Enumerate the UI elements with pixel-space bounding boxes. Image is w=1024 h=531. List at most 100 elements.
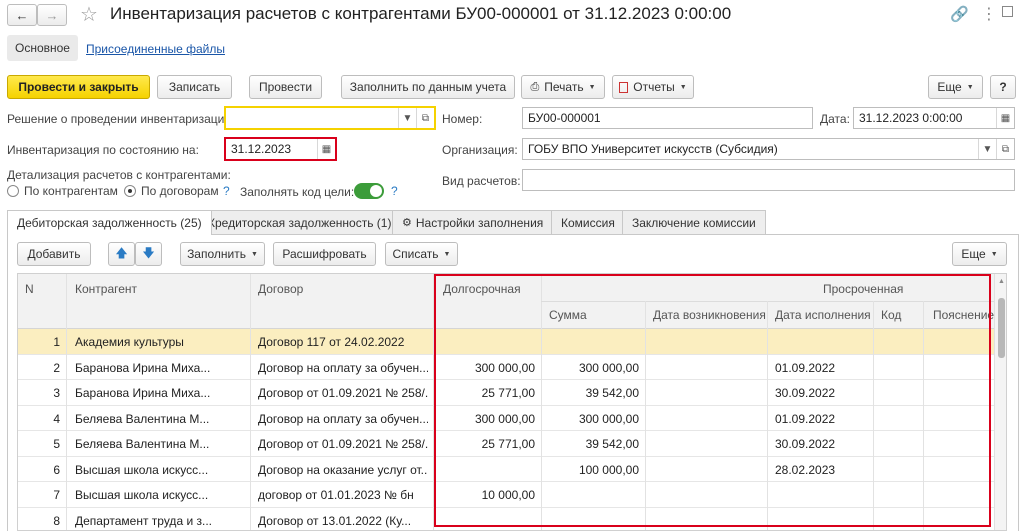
cell-sum: 300 000,00 xyxy=(578,411,639,426)
cell-contract: Договор 117 от 24.02.2022 xyxy=(258,335,405,349)
cell-n: 5 xyxy=(53,437,60,451)
tab-commission[interactable]: Комиссия xyxy=(551,210,625,234)
table-row[interactable]: 6 Высшая школа искусс... Договор на оказан… xyxy=(18,456,994,482)
scroll-up-icon[interactable]: ▲ xyxy=(998,278,1005,285)
write-off-button[interactable]: Списать ▼ xyxy=(385,242,458,266)
col-contract[interactable]: Договор xyxy=(258,282,303,296)
col-code[interactable]: Код xyxy=(881,308,901,322)
col-counterparty[interactable]: Контрагент xyxy=(75,282,137,296)
cell-contract: Договор на оказание услуг от... xyxy=(258,462,428,477)
more-vert-icon[interactable]: ⋮ xyxy=(981,4,997,24)
move-up-button[interactable]: 🡅 xyxy=(108,242,135,266)
print-label: Печать xyxy=(544,80,584,94)
col-note[interactable]: Пояснение xyxy=(933,308,994,322)
cell-n: 4 xyxy=(53,411,60,426)
col-overdue[interactable]: Просроченная xyxy=(823,282,903,296)
link-icon[interactable]: 🔗 xyxy=(950,5,969,23)
report-icon xyxy=(619,81,629,93)
cell-counterparty: Высшая школа искусс... xyxy=(75,488,209,502)
col-date-exec[interactable]: Дата исполнения xyxy=(775,308,871,322)
reports-button[interactable]: Отчеты ▼ xyxy=(612,75,694,99)
table-row[interactable]: 2 Баранова Ирина Миха... Договор на оплату… xyxy=(18,354,994,380)
post-button[interactable]: Провести xyxy=(249,75,322,99)
decode-button[interactable]: Расшифровать xyxy=(273,242,376,266)
chevron-down-icon: ▼ xyxy=(443,250,451,258)
table-row[interactable]: 3 Баранова Ирина Миха... Договор от 01.09.… xyxy=(18,380,994,406)
help-q-icon[interactable]: ? xyxy=(223,184,230,198)
fill-by-accounting-button[interactable]: Заполнить по данным учета xyxy=(341,75,515,99)
table-row[interactable]: 4 Беляева Валентина М... Договор на оплату… xyxy=(18,405,994,431)
nav-tab-main[interactable]: Основное xyxy=(7,35,78,61)
favorite-star-icon[interactable]: ☆ xyxy=(80,2,98,27)
radio-counterparties[interactable]: По контрагентам xyxy=(7,184,118,198)
table-more-label: Еще xyxy=(961,247,986,261)
org-value: ГОБУ ВПО Университет искусств (Субсидия) xyxy=(528,142,778,156)
window-title: Инвентаризация расчетов с контрагентами … xyxy=(110,4,732,23)
help-q-icon[interactable]: ? xyxy=(391,184,398,198)
dropdown-arrow-icon[interactable]: ▼ xyxy=(978,139,996,159)
scrollbar-thumb[interactable] xyxy=(998,298,1005,358)
cell-n: 8 xyxy=(53,513,60,528)
table-row[interactable]: 1 Академия культуры Договор 117 от 24.02.2… xyxy=(18,329,994,355)
title-bar: ← → ☆ Инвентаризация расчетов с контраге… xyxy=(0,0,1024,30)
calendar-icon[interactable]: ▦ xyxy=(317,139,335,159)
cell-counterparty: Баранова Ирина Миха... xyxy=(75,360,211,375)
post-and-close-button[interactable]: Провести и закрыть xyxy=(7,75,150,99)
dropdown-arrow-icon[interactable]: ▼ xyxy=(398,108,416,128)
radio-counterparties-label: По контрагентам xyxy=(24,184,118,198)
table-row[interactable]: 5 Беляева Валентина М... Договор от 01.09.… xyxy=(18,431,994,457)
fill-goal-code-label: Заполнять код цели: xyxy=(240,185,355,199)
add-button[interactable]: Добавить xyxy=(17,242,91,266)
cell-counterparty: Высшая школа искусс... xyxy=(75,462,209,477)
cell-contract: Договор от 01.09.2021 № 258/... xyxy=(258,386,428,400)
col-date-arise[interactable]: Дата возникновения xyxy=(653,308,766,322)
write-off-label: Списать xyxy=(392,247,439,261)
cell-n: 6 xyxy=(53,462,60,477)
toggle-knob xyxy=(370,185,382,197)
date-field[interactable]: 31.12.2023 0:00:00 ▦ xyxy=(853,107,1015,129)
tab-payables[interactable]: Кредиторская задолженность (1) xyxy=(198,210,402,234)
inv-date-field[interactable]: 31.12.2023 ▦ xyxy=(224,137,337,161)
inv-date-label: Инвентаризация по состоянию на: xyxy=(7,143,199,157)
cell-long-term: 300 000,00 xyxy=(474,360,535,375)
table-row[interactable]: 7 Высшая школа искусс... договор от 01.01.… xyxy=(18,482,994,508)
col-n[interactable]: N xyxy=(25,282,34,296)
maximize-icon[interactable] xyxy=(1002,6,1013,17)
vertical-scrollbar[interactable]: ▲ xyxy=(994,274,1006,530)
help-button[interactable]: ? xyxy=(990,75,1016,99)
more-button[interactable]: Еще ▼ xyxy=(928,75,983,99)
decision-field[interactable]: ▼ ⧉ xyxy=(224,106,436,130)
move-down-button[interactable]: 🡇 xyxy=(135,242,162,266)
fill-button[interactable]: Заполнить ▼ xyxy=(180,242,265,266)
org-field[interactable]: ГОБУ ВПО Университет искусств (Субсидия)… xyxy=(522,138,1015,160)
number-field[interactable]: БУ00-000001 xyxy=(522,107,813,129)
open-icon[interactable]: ⧉ xyxy=(996,139,1014,159)
fill-goal-toggle[interactable] xyxy=(354,183,384,199)
nav-tab-files[interactable]: Присоединенные файлы xyxy=(86,42,225,56)
cell-date-exec: 30.09.2022 xyxy=(775,437,836,451)
decision-label: Решение о проведении инвентаризации: xyxy=(7,112,235,126)
table-row[interactable]: 8 Департамент труда и з... Договор от 13.0… xyxy=(18,507,994,530)
settlement-type-field[interactable] xyxy=(522,169,1015,191)
calendar-icon[interactable]: ▦ xyxy=(996,108,1014,128)
col-long-term[interactable]: Долгосрочная xyxy=(443,282,521,296)
tab-commission-conclusion[interactable]: Заключение комиссии xyxy=(622,210,766,234)
cell-sum: 39 542,00 xyxy=(585,437,639,451)
cell-counterparty: Департамент труда и з... xyxy=(75,513,212,528)
cell-date-exec: 28.02.2023 xyxy=(775,462,836,477)
table-more-button[interactable]: Еще ▼ xyxy=(952,242,1007,266)
cell-contract: договор от 01.01.2023 № бн xyxy=(258,488,414,502)
radio-contracts-label: По договорам xyxy=(141,184,219,198)
forward-button[interactable]: → xyxy=(37,4,67,26)
tab-fill-settings[interactable]: ⚙ Настройки заполнения xyxy=(392,210,554,234)
data-table: N Контрагент Договор Долгосрочная Просро… xyxy=(17,273,1007,531)
tab-receivables[interactable]: Дебиторская задолженность (25) xyxy=(7,210,212,235)
print-button[interactable]: ⎙ Печать ▼ xyxy=(521,75,605,99)
tab-fill-settings-label: Настройки заполнения xyxy=(415,215,544,230)
cell-date-exec: 01.09.2022 xyxy=(775,360,836,375)
back-button[interactable]: ← xyxy=(7,4,37,26)
radio-contracts[interactable]: По договорам xyxy=(124,184,219,198)
open-icon[interactable]: ⧉ xyxy=(416,108,434,128)
col-sum[interactable]: Сумма xyxy=(549,308,587,322)
save-button[interactable]: Записать xyxy=(157,75,232,99)
